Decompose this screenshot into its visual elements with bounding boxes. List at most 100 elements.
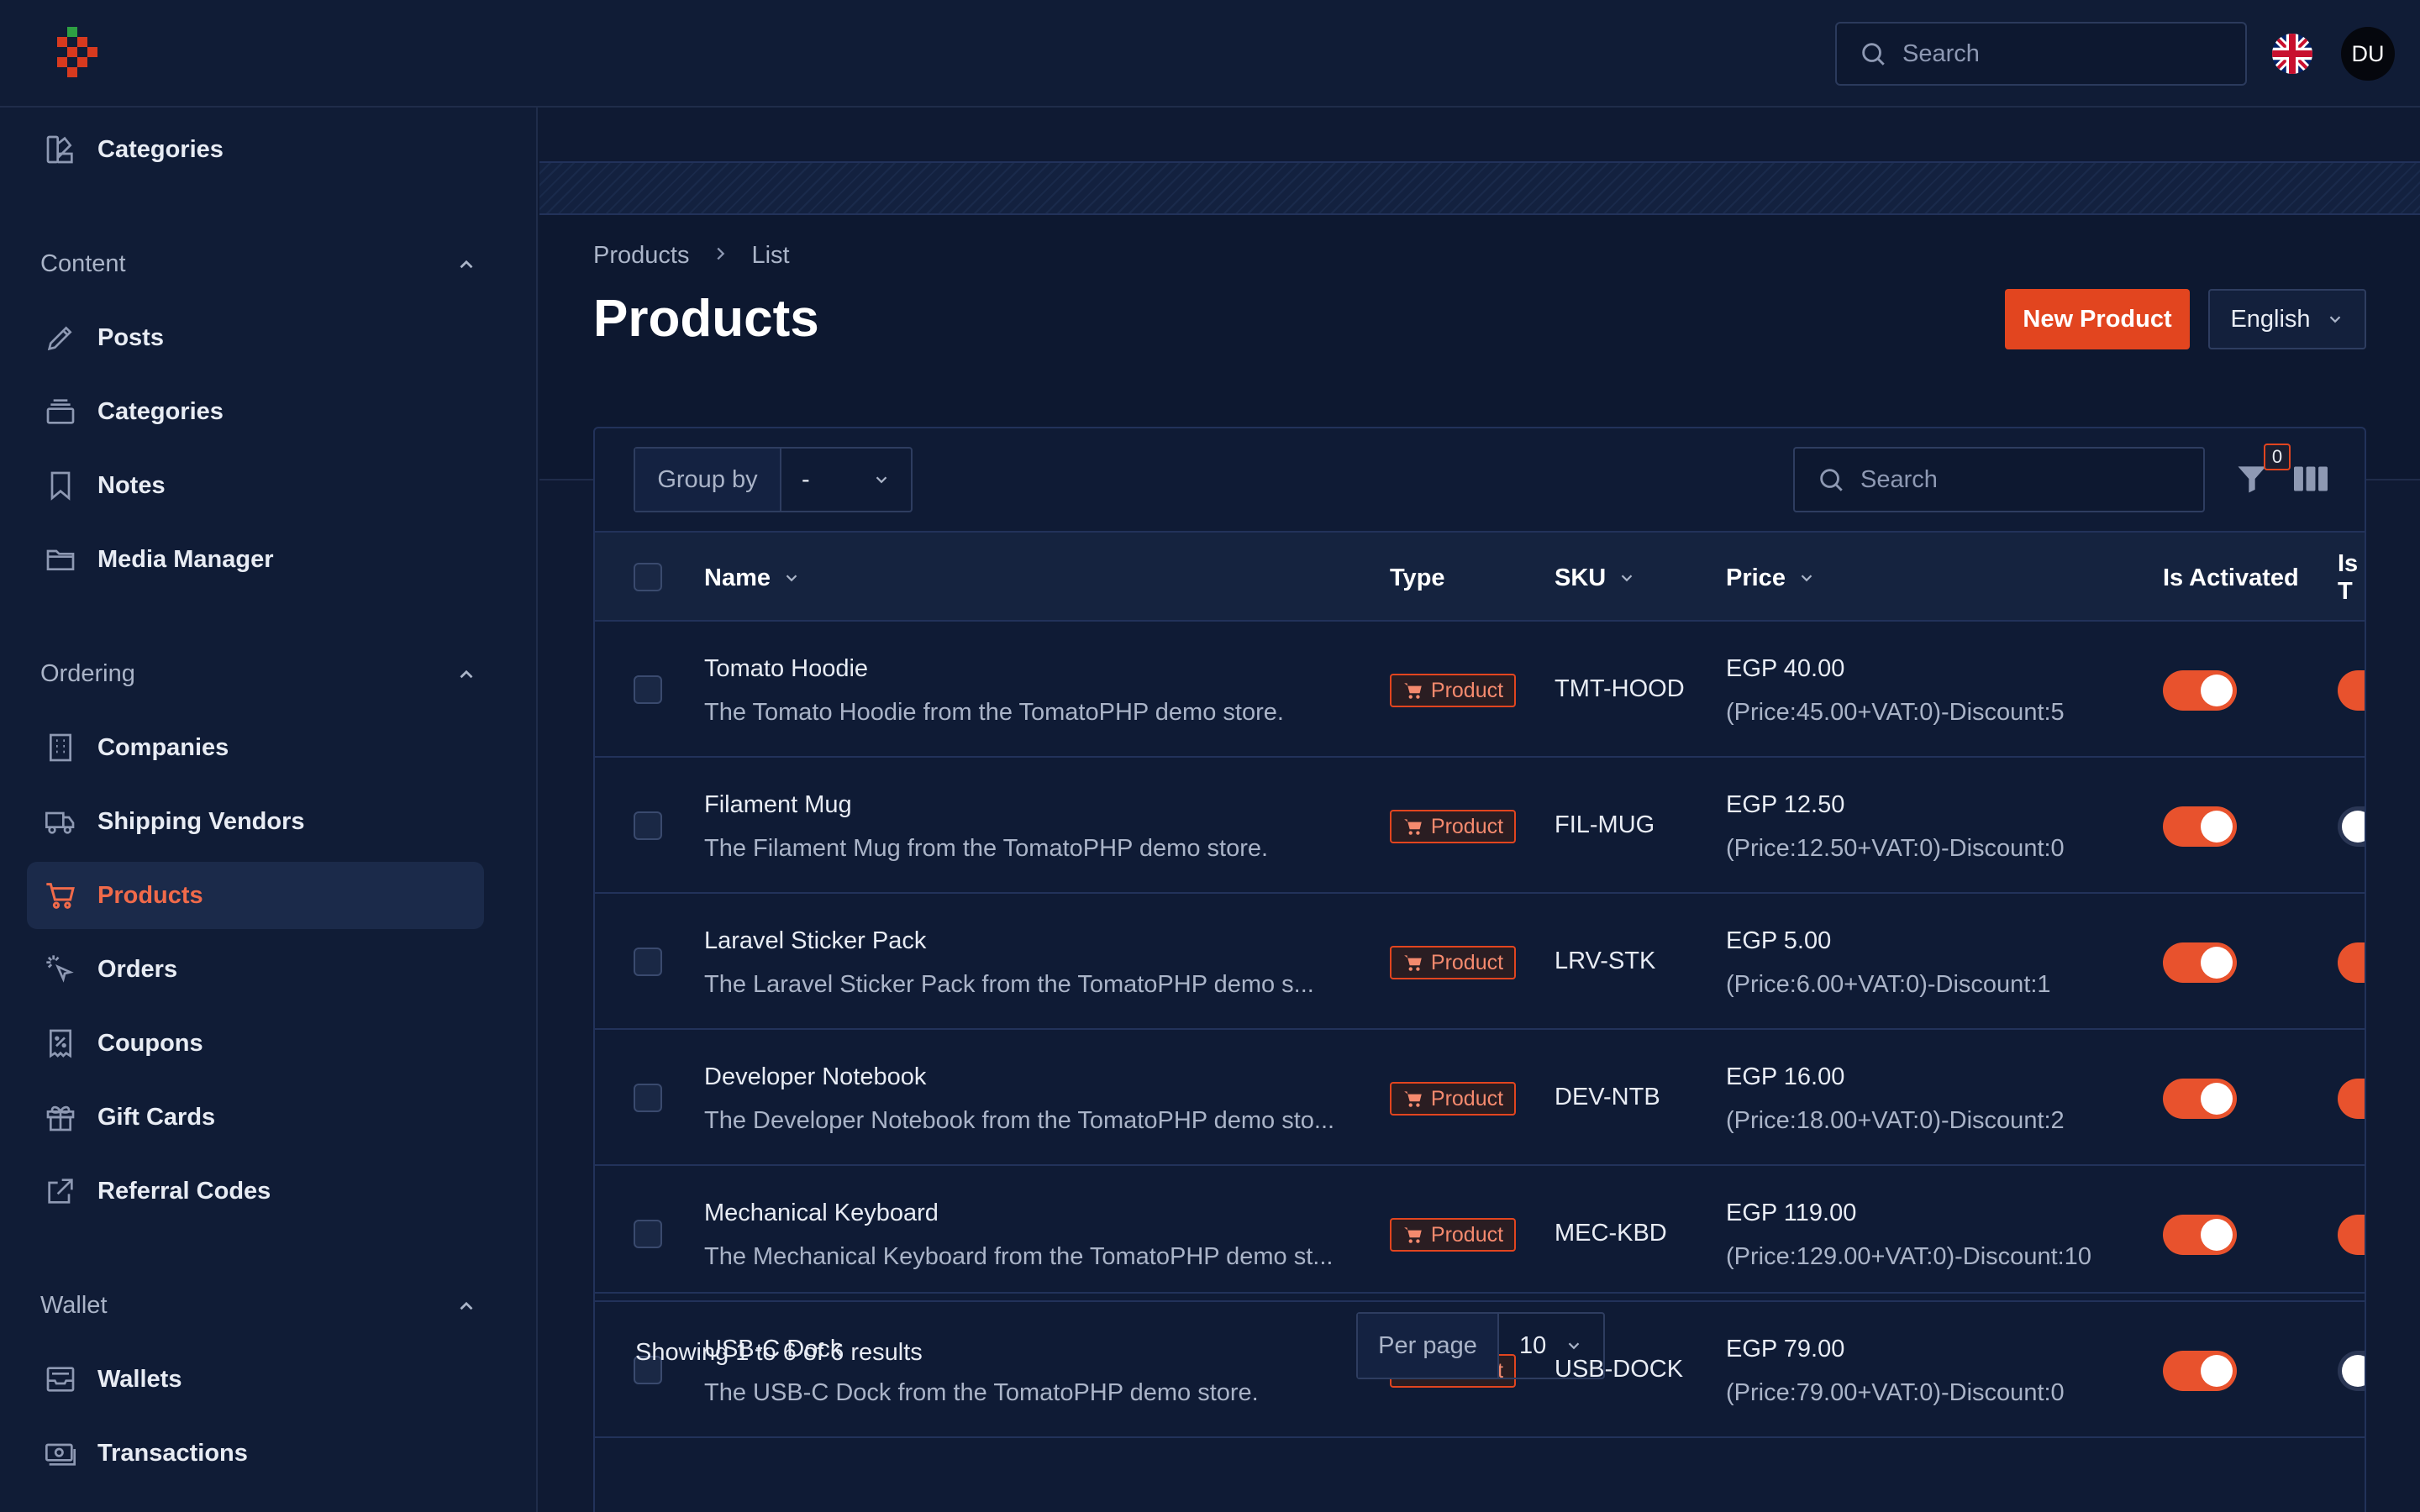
price-breakdown: (Price:18.00+VAT:0)-Discount:2 [1726,1107,2065,1134]
table-search-placeholder: Search [1860,465,1938,493]
group-by-value[interactable]: - [781,449,911,511]
bookmark-icon [42,467,79,504]
row-checkbox[interactable] [634,1220,662,1248]
table-row[interactable]: Filament Mug The Filament Mug from the To… [595,758,2365,894]
cart-icon [1404,1227,1422,1243]
sidebar-item-posts[interactable]: Posts [27,304,484,371]
user-avatar[interactable]: DU [2341,27,2395,81]
row-checkbox[interactable] [634,675,662,704]
sidebar-item-label: Categories [97,397,224,425]
search-icon [1862,43,1885,66]
search-icon [1820,469,1843,491]
per-page-value-select[interactable]: 10 [1499,1314,1603,1378]
table-row[interactable]: Laravel Sticker Pack The Laravel Sticker … [595,894,2365,1030]
sidebar-item-products[interactable]: Products [27,862,484,929]
pencil-icon [42,319,79,356]
row-checkbox[interactable] [634,1084,662,1112]
sidebar-item-label: Shipping Vendors [97,807,305,835]
sidebar-item-categories[interactable]: Categories [27,378,484,445]
cart-icon [1404,819,1422,835]
sidebar-item-label: Categories [97,135,224,163]
sidebar-item-media-manager[interactable]: Media Manager [27,526,484,593]
sidebar-item-label: Gift Cards [97,1103,216,1131]
table-row[interactable]: Developer Notebook The Developer Notebook… [595,1030,2365,1166]
column-price-header[interactable]: Price [1726,533,1816,623]
sidebar-item-referral-codes[interactable]: Referral Codes [27,1158,484,1225]
group-by-select[interactable]: Group by - [634,447,913,512]
gift-icon [42,1099,79,1136]
next-column-toggle[interactable] [2338,1079,2365,1119]
sidebar-item-orders[interactable]: Orders [27,936,484,1003]
column-label: SKU [1555,564,1607,591]
type-badge: Product [1390,674,1516,707]
is-activated-toggle[interactable] [2163,670,2237,711]
column-label: Type [1390,564,1445,591]
breadcrumb-products-link[interactable]: Products [593,242,689,270]
sidebar-item-notes[interactable]: Notes [27,452,484,519]
language-select[interactable]: English [2208,289,2366,349]
type-label: Product [1430,950,1504,974]
sidebar-item-label: Companies [97,733,229,761]
chevron-down-icon [1568,1342,1580,1350]
next-column-toggle[interactable] [2338,942,2365,983]
sidebar-item-shipping-vendors[interactable]: Shipping Vendors [27,788,484,855]
sidebar-item-gift-cards[interactable]: Gift Cards [27,1084,484,1151]
table-footer: Showing 1 to 6 of 6 results Per page 10 [595,1292,2365,1393]
type-label: Product [1430,678,1504,702]
product-name[interactable]: Laravel Sticker Pack [704,927,926,955]
table-row[interactable]: Tomato Hoodie The Tomato Hoodie from the … [595,622,2365,758]
product-name[interactable]: Mechanical Keyboard [704,1200,939,1227]
cart-icon [1404,1091,1422,1107]
select-all-checkbox[interactable] [634,563,662,591]
next-column-toggle[interactable] [2338,806,2365,847]
chevron-down-icon [1801,575,1812,582]
sidebar-item-shop-categories[interactable]: Categories [27,116,484,183]
new-product-button[interactable]: New Product [2005,289,2190,349]
sidebar-group-content[interactable]: Content [40,250,477,278]
global-search-input[interactable]: Search [1835,22,2247,86]
price-breakdown: (Price:6.00+VAT:0)-Discount:1 [1726,971,2051,998]
sidebar-item-transactions[interactable]: Transactions [27,1420,484,1487]
is-activated-toggle[interactable] [2163,942,2237,983]
next-column-toggle[interactable] [2338,1215,2365,1255]
group-label-wallet: Wallet [40,1292,108,1319]
sidebar-group-ordering[interactable]: Ordering [40,660,477,688]
uk-flag-icon[interactable] [2272,34,2312,74]
row-checkbox[interactable] [634,811,662,840]
results-summary: Showing 1 to 6 of 6 results [635,1339,923,1366]
product-name[interactable]: Filament Mug [704,791,852,819]
table-toolbar: Group by - Search 0 [595,428,2365,531]
is-activated-toggle[interactable] [2163,806,2237,847]
column-name-header[interactable]: Name [704,533,801,623]
table-search-input[interactable]: Search [1793,447,2205,512]
product-name[interactable]: Tomato Hoodie [704,655,868,683]
chevron-down-icon [2329,316,2340,323]
per-page-select[interactable]: Per page 10 [1356,1312,1605,1379]
cart-icon [1404,683,1422,699]
next-column-toggle[interactable] [2338,670,2365,711]
price-breakdown: (Price:129.00+VAT:0)-Discount:10 [1726,1243,2091,1270]
sidebar-item-wallets[interactable]: Wallets [27,1346,484,1413]
external-link-icon [42,1173,79,1210]
product-sku: DEV-NTB [1555,1084,1660,1110]
group-by-current: - [802,465,810,493]
breadcrumb-current: List [751,242,790,269]
brand-logo-icon[interactable] [54,27,108,81]
row-checkbox[interactable] [634,948,662,976]
stack-icon [42,393,79,430]
sidebar-item-companies[interactable]: Companies [27,714,484,781]
group-by-label: Group by [635,449,781,511]
column-sku-header[interactable]: SKU [1555,533,1636,623]
sidebar-item-coupons[interactable]: Coupons [27,1010,484,1077]
product-name[interactable]: Developer Notebook [704,1063,926,1091]
sidebar: Categories Content Posts Categories Note… [0,108,538,1512]
is-activated-toggle[interactable] [2163,1215,2237,1255]
truck-icon [42,803,79,840]
product-price: EGP 5.00 [1726,927,1832,954]
sidebar-group-wallet[interactable]: Wallet [40,1292,477,1320]
table-row[interactable]: Mechanical Keyboard The Mechanical Keyboa… [595,1166,2365,1302]
is-activated-toggle[interactable] [2163,1079,2237,1119]
sidebar-item-label: Transactions [97,1439,248,1467]
columns-icon[interactable] [2292,462,2329,496]
product-sku: LRV-STK [1555,948,1656,974]
